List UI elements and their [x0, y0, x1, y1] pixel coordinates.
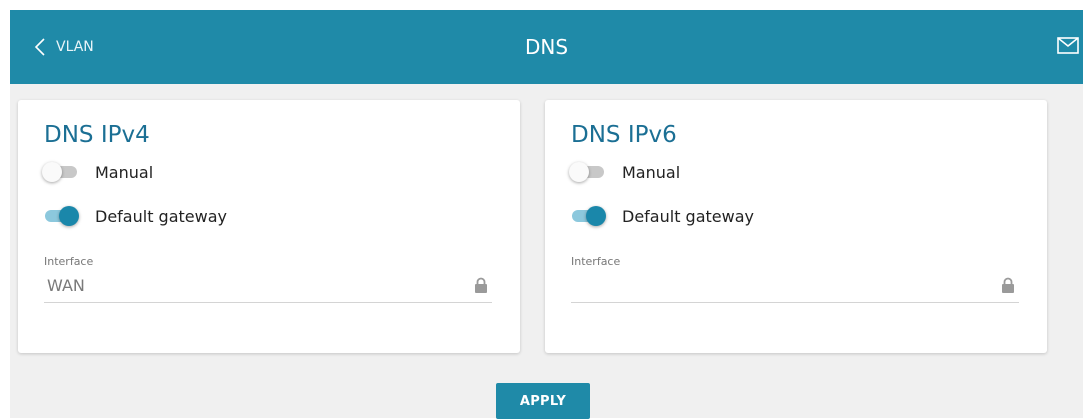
manual-toggle-row[interactable]: Manual	[569, 160, 680, 184]
interface-field	[571, 272, 1019, 303]
card-title: DNS IPv6	[571, 122, 677, 148]
page-title: DNS	[524, 35, 569, 59]
interface-label: Interface	[44, 255, 94, 268]
default-gateway-toggle-row[interactable]: Default gateway	[42, 204, 227, 228]
back-button[interactable]: VLAN	[34, 10, 94, 84]
manual-label: Manual	[622, 162, 681, 182]
apply-button[interactable]: APPLY	[496, 383, 590, 419]
envelope-icon	[1057, 37, 1079, 54]
dns-ipv6-card: DNS IPv6 Manual Default gateway Interfac…	[545, 100, 1047, 353]
lock-icon	[475, 277, 487, 293]
interface-label: Interface	[571, 255, 621, 268]
top-bar: VLAN DNS	[10, 10, 1083, 84]
default-gateway-toggle-row[interactable]: Default gateway	[569, 204, 754, 228]
manual-toggle-row[interactable]: Manual	[42, 160, 153, 184]
page-frame: VLAN DNS DNS IPv4 Manual Default gateway	[10, 10, 1083, 419]
default-gateway-toggle[interactable]	[42, 204, 79, 228]
toggle-knob	[569, 162, 589, 182]
default-gateway-toggle[interactable]	[569, 204, 606, 228]
toggle-knob	[42, 162, 62, 182]
toggle-knob	[586, 206, 606, 226]
toggle-knob	[59, 206, 79, 226]
dns-ipv4-card: DNS IPv4 Manual Default gateway Interfac…	[18, 100, 520, 353]
default-gateway-label: Default gateway	[95, 206, 227, 226]
default-gateway-label: Default gateway	[622, 206, 754, 226]
lock-icon	[1002, 277, 1014, 293]
card-title: DNS IPv4	[44, 122, 150, 148]
interface-value: WAN	[47, 276, 85, 295]
manual-toggle[interactable]	[569, 160, 606, 184]
chevron-left-icon	[34, 38, 45, 56]
manual-label: Manual	[95, 162, 154, 182]
interface-field: WAN	[44, 272, 492, 303]
back-label: VLAN	[56, 39, 94, 55]
notifications-button[interactable]	[1057, 37, 1079, 58]
manual-toggle[interactable]	[42, 160, 79, 184]
